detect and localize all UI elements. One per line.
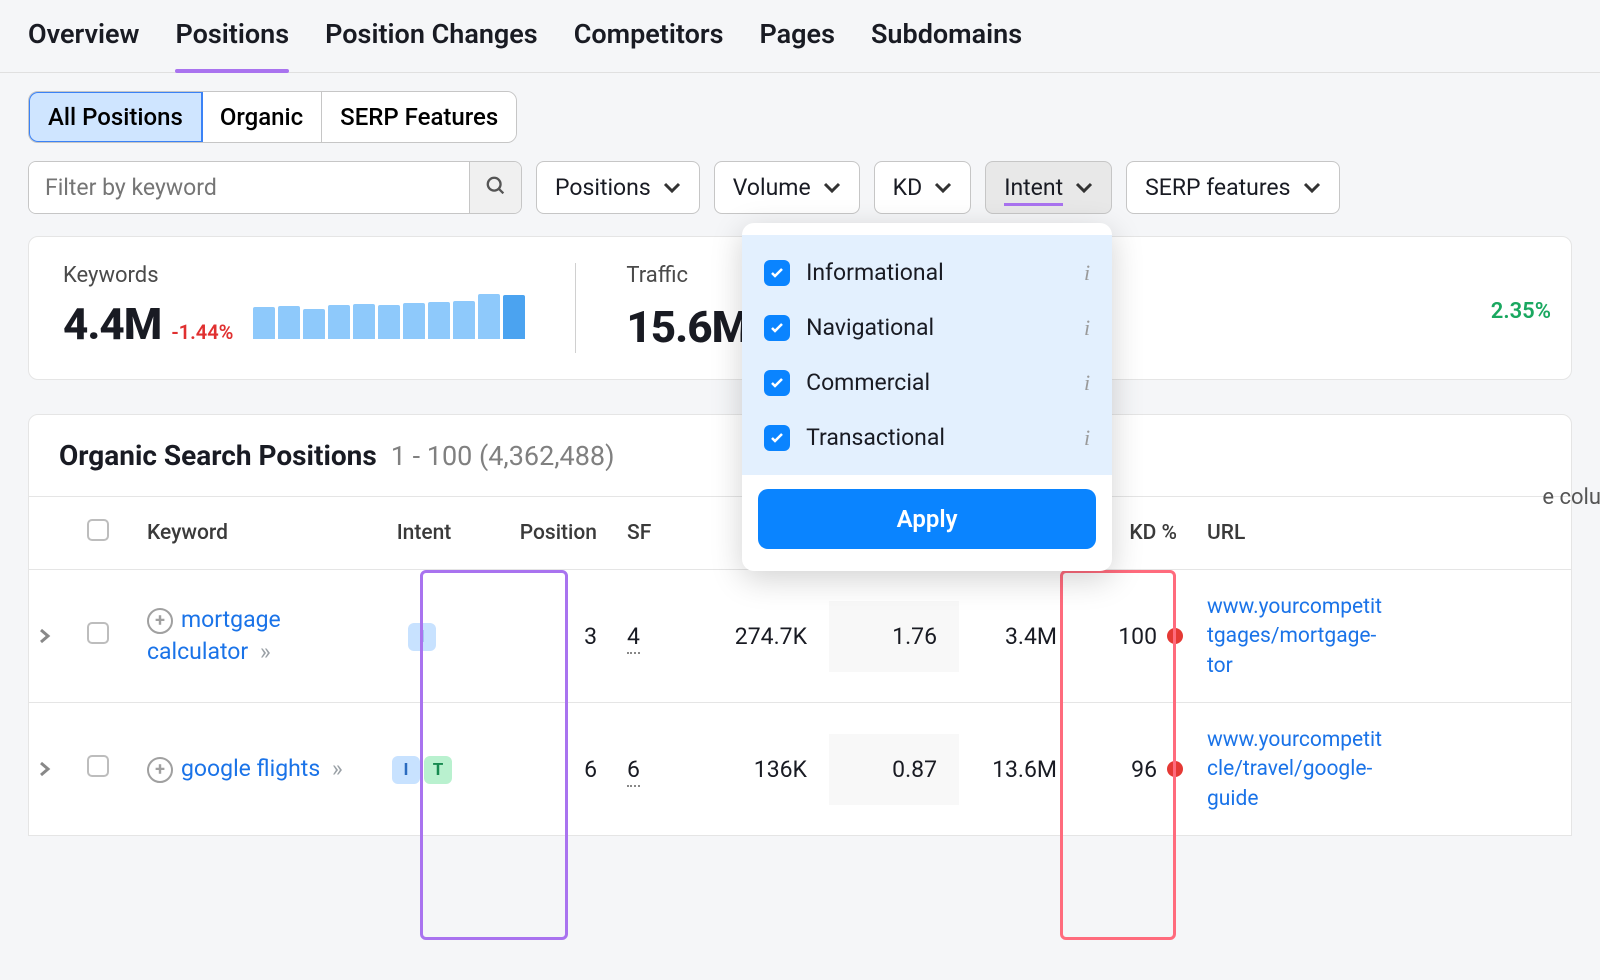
add-keyword-icon[interactable]: + [147,608,173,634]
row-checkbox[interactable] [87,622,109,644]
filter-all-positions[interactable]: All Positions [28,91,203,143]
intent-option-transactional[interactable]: Transactionali [742,410,1112,465]
cell-traffic-pct: 1.76 [829,601,959,672]
keyword-search [28,161,522,214]
search-button[interactable] [469,162,521,213]
tab-overview[interactable]: Overview [28,18,139,72]
section-title: Organic Search Positions [59,439,377,472]
col-intent[interactable]: Intent [359,499,489,567]
position-filter-group: All Positions Organic SERP Features [28,91,517,143]
checkbox-checked-icon [764,425,790,451]
add-keyword-icon[interactable]: + [147,757,173,783]
checkbox-checked-icon [764,315,790,341]
chevron-right-icon: » [332,755,343,782]
row-checkbox[interactable] [87,755,109,777]
cell-traffic: 274.7K [699,601,829,672]
metric-value: 15.6M [626,301,749,353]
kd-dropdown[interactable]: KD [874,161,972,214]
tab-positions[interactable]: Positions [175,18,289,72]
nav-tabs: Overview Positions Position Changes Comp… [0,0,1600,73]
chevron-right-icon: » [260,638,271,665]
metric-label: Keywords [63,263,525,288]
intent-dropdown[interactable]: Intent [985,161,1112,214]
url-link[interactable]: www.yourcompetittgages/mortgage-tor [1207,595,1382,678]
cell-traffic: 136K [699,734,829,805]
metric-delta: -1.44% [171,320,233,344]
positions-dropdown[interactable]: Positions [536,161,700,214]
cell-volume: 3.4M [959,601,1079,672]
sparkline-bars [253,294,525,339]
cell-sf: 6 [619,734,699,805]
chevron-down-icon [823,182,841,194]
url-link[interactable]: www.yourcompetitcle/travel/google-guide [1207,728,1382,811]
info-icon[interactable]: i [1084,370,1090,396]
metric-value: 4.4M [63,298,161,350]
volume-dropdown[interactable]: Volume [714,161,860,214]
cell-kd: 100 [1087,623,1191,650]
expand-row-icon[interactable] [37,626,71,646]
col-sf[interactable]: SF [619,499,699,567]
col-url[interactable]: URL [1199,499,1459,567]
keyword-link[interactable]: google flights » [181,755,343,782]
section-range: 1 - 100 (4,362,488) [391,440,615,472]
checkbox-checked-icon [764,370,790,396]
select-all-checkbox[interactable] [87,519,109,541]
tab-position-changes[interactable]: Position Changes [325,18,538,72]
col-position[interactable]: Position [489,499,619,567]
tab-pages[interactable]: Pages [760,18,835,72]
filter-serp-features[interactable]: SERP Features [322,92,516,142]
intent-badge: I [408,623,436,651]
difficulty-dot-icon [1167,761,1183,777]
chevron-down-icon [1075,182,1093,194]
info-icon[interactable]: i [1084,260,1090,286]
manage-columns-button[interactable]: e colu [1542,485,1600,510]
keyword-search-input[interactable] [29,162,469,213]
search-icon [485,175,507,201]
intent-option-commercial[interactable]: Commerciali [742,355,1112,410]
info-icon[interactable]: i [1084,425,1090,451]
chevron-down-icon [934,182,952,194]
cell-volume: 13.6M [959,734,1079,805]
intent-dropdown-panel: Informationali Navigationali Commerciali… [742,223,1112,571]
table-row: +google flights »IT66136K0.8713.6M96www.… [29,703,1571,836]
filter-organic[interactable]: Organic [202,92,322,142]
col-keyword[interactable]: Keyword [139,499,359,567]
tab-subdomains[interactable]: Subdomains [871,18,1022,72]
metric-keywords: Keywords 4.4M -1.44% [63,263,575,350]
table-row: +mortgage calculator »I34274.7K1.763.4M1… [29,570,1571,703]
checkbox-checked-icon [764,260,790,286]
intent-badge: I [392,756,420,784]
intent-apply-button[interactable]: Apply [758,489,1096,549]
chevron-down-icon [1303,182,1321,194]
intent-badge: T [424,756,452,784]
difficulty-dot-icon [1167,628,1183,644]
serp-features-dropdown[interactable]: SERP features [1126,161,1339,214]
info-icon[interactable]: i [1084,315,1090,341]
chevron-down-icon [663,182,681,194]
expand-row-icon[interactable] [37,759,71,779]
tab-competitors[interactable]: Competitors [574,18,724,72]
intent-option-informational[interactable]: Informationali [742,245,1112,300]
intent-option-navigational[interactable]: Navigationali [742,300,1112,355]
cell-traffic-pct: 0.87 [829,734,959,805]
cell-kd: 96 [1087,756,1191,783]
cell-sf: 4 [619,601,699,672]
cell-position: 3 [489,601,619,672]
metric-extra-delta: 2.35% [1491,299,1551,324]
cell-position: 6 [489,734,619,805]
